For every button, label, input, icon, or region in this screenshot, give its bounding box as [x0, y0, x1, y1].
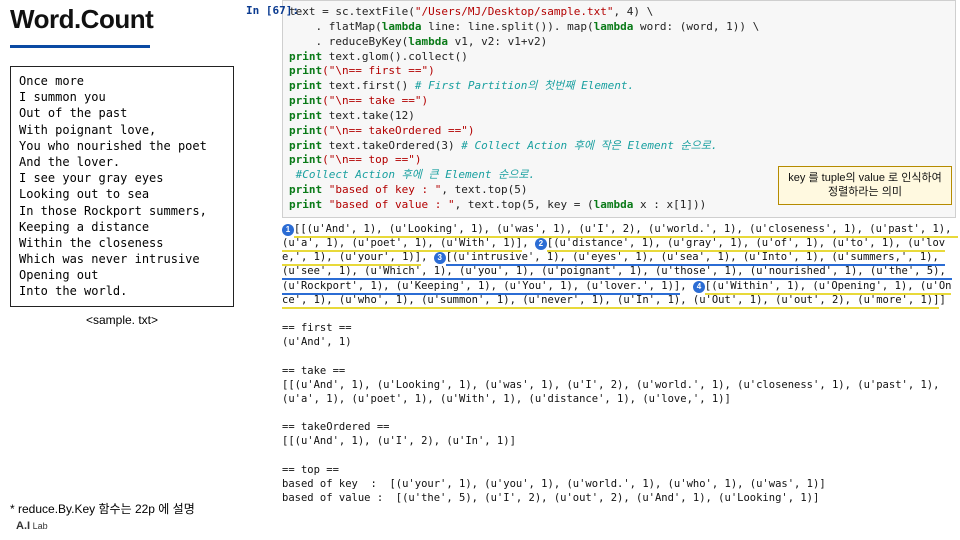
output-line: [[(u'And', 1), (u'I', 2), (u'In', 1)]	[282, 435, 516, 447]
code-text: text = sc.textFile(	[289, 5, 415, 18]
output-line: based of value : [(u'the', 5), (u'I', 2)…	[282, 492, 819, 504]
code-string: "/Users/MJ/Desktop/sample.txt"	[415, 5, 614, 18]
code-string: ("\n== first ==")	[322, 64, 435, 77]
sample-text-box: Once more I summon you Out of the past W…	[10, 66, 234, 307]
badge-4-icon: 4	[693, 281, 705, 293]
code-keyword: lambda	[594, 20, 634, 33]
code-keyword: print	[289, 109, 322, 122]
code-text: text.glom().collect()	[322, 50, 468, 63]
code-keyword: print	[289, 139, 322, 152]
lab-ai: A.I	[16, 520, 30, 532]
code-string: ("\n== takeOrdered ==")	[322, 124, 474, 137]
code-text: v1, v2: v1+v2)	[448, 35, 547, 48]
code-keyword: print	[289, 79, 322, 92]
code-keyword: print	[289, 94, 322, 107]
code-comment: #Collect Action 후에 큰 Element 순으로.	[289, 168, 535, 181]
code-text: line: line.split()). map(	[421, 20, 593, 33]
output-header: == top ==	[282, 464, 339, 476]
code-keyword: print	[289, 153, 322, 166]
badge-3-icon: 3	[434, 252, 446, 264]
lab-word: Lab	[33, 521, 48, 531]
code-keyword: print	[289, 198, 322, 211]
code-string: ("\n== take ==")	[322, 94, 428, 107]
lab-logo: A.I Lab	[16, 520, 48, 532]
code-keyword: print	[289, 50, 322, 63]
code-string: ("\n== top ==")	[322, 153, 421, 166]
code-keyword: lambda	[594, 198, 634, 211]
code-keyword: lambda	[408, 35, 448, 48]
sample-caption: <sample. txt>	[10, 313, 234, 327]
code-text: . flatMap(	[289, 20, 382, 33]
code-text: , text.top(5)	[441, 183, 527, 196]
code-text: , text.top(5, key = (	[455, 198, 594, 211]
code-text: text.first()	[322, 79, 415, 92]
output-header: == takeOrdered ==	[282, 421, 389, 433]
code-text: x : x[1]))	[633, 198, 706, 211]
footnote: * reduce.By.Key 함수는 22p 에 설명	[10, 500, 195, 517]
code-comment: # First Partition의 첫번째 Element.	[415, 79, 634, 92]
code-string: "based of key : "	[329, 183, 442, 196]
callout-box: key 를 tuple의 value 로 인식하여 정렬하라는 의미	[778, 166, 952, 205]
code-keyword: lambda	[382, 20, 422, 33]
code-text: word: (word, 1)) \	[633, 20, 759, 33]
code-string: "based of value : "	[329, 198, 455, 211]
output-line: [[(u'And', 1), (u'Looking', 1), (u'was',…	[282, 379, 946, 405]
code-keyword: print	[289, 64, 322, 77]
code-text: text.takeOrdered(3)	[322, 139, 461, 152]
output-line: (u'And', 1)	[282, 336, 352, 348]
badge-2-icon: 2	[535, 238, 547, 250]
code-keyword: print	[289, 183, 322, 196]
page-title: Word.Count	[10, 4, 234, 35]
code-keyword: print	[289, 124, 322, 137]
in-prompt-label: In [67]:	[246, 4, 299, 17]
code-text	[322, 198, 329, 211]
code-text	[322, 183, 329, 196]
code-text: text.take(12)	[322, 109, 415, 122]
output-header: == first ==	[282, 322, 352, 334]
title-underline	[10, 45, 150, 48]
code-text: . reduceByKey(	[289, 35, 408, 48]
code-comment: # Collect Action 후에 작은 Element 순으로.	[461, 139, 717, 152]
code-cell: In [67]: text = sc.textFile("/Users/MJ/D…	[282, 0, 956, 505]
badge-1-icon: 1	[282, 224, 294, 236]
output-header: == take ==	[282, 365, 345, 377]
output-line: based of key : [(u'your', 1), (u'you', 1…	[282, 478, 826, 490]
code-text: , 4) \	[614, 5, 654, 18]
output-block: 1 [[(u'And', 1), (u'Looking', 1), (u'was'…	[282, 222, 956, 505]
